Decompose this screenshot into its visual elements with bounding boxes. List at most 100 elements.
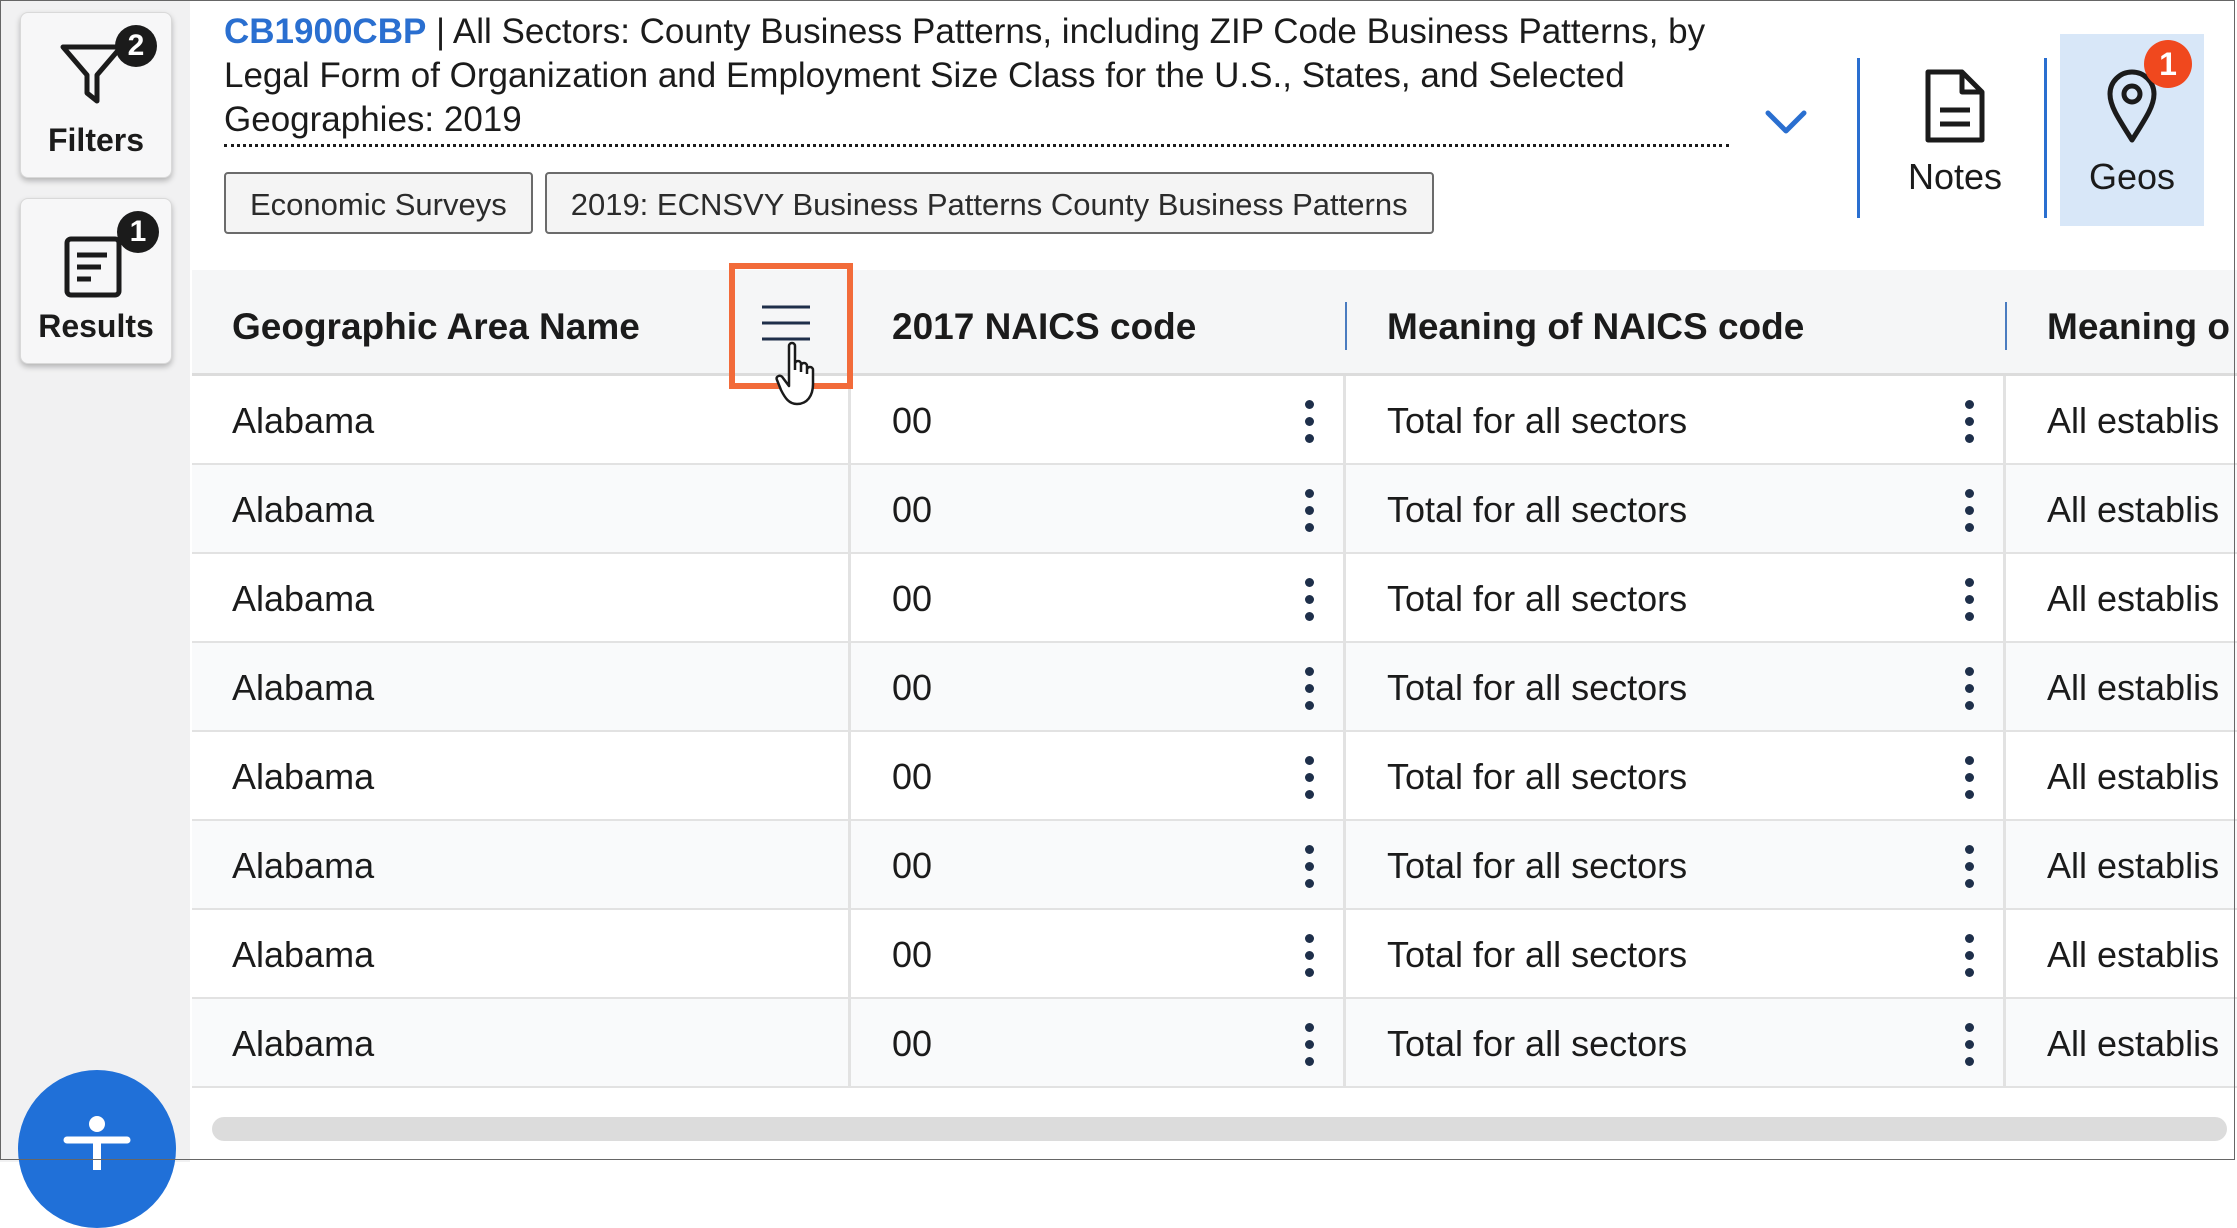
accessibility-button[interactable] bbox=[18, 1070, 176, 1228]
row-menu-icon[interactable] bbox=[1965, 934, 1975, 978]
cell-naics-meaning: Total for all sectors bbox=[1387, 400, 1688, 441]
row-menu-icon[interactable] bbox=[1305, 489, 1315, 533]
cell-naics-code: 00 bbox=[892, 400, 933, 441]
column-divider bbox=[848, 732, 851, 821]
row-menu-icon[interactable] bbox=[1305, 1023, 1315, 1067]
chevron-down-icon[interactable] bbox=[1762, 105, 1810, 141]
column-divider bbox=[2003, 554, 2006, 643]
cell-meaning-partial: All establis bbox=[2047, 667, 2220, 708]
row-menu-icon[interactable] bbox=[1965, 489, 1975, 533]
breadcrumb-survey[interactable]: 2019: ECNSVY Business Patterns County Bu… bbox=[544, 172, 1434, 234]
column-divider bbox=[1343, 821, 1346, 910]
cell-naics-meaning: Total for all sectors bbox=[1387, 667, 1688, 708]
column-resize-handle[interactable] bbox=[2005, 302, 2007, 350]
row-menu-icon[interactable] bbox=[1965, 578, 1975, 622]
geos-label: Geos bbox=[2088, 156, 2176, 197]
cell-geo-name: Alabama bbox=[232, 578, 375, 619]
dataset-title[interactable]: CB1900CBP | All Sectors: County Business… bbox=[224, 10, 1729, 147]
column-divider bbox=[848, 999, 851, 1088]
row-menu-icon[interactable] bbox=[1965, 667, 1975, 711]
column-header-naics-code[interactable]: 2017 NAICS code bbox=[892, 270, 1196, 376]
cell-meaning-partial: All establis bbox=[2047, 578, 2220, 619]
column-divider bbox=[2003, 465, 2006, 554]
cell-geo-name: Alabama bbox=[232, 1023, 375, 1064]
dataset-code[interactable]: CB1900CBP bbox=[224, 12, 426, 51]
accessibility-icon bbox=[63, 1116, 131, 1170]
column-header-meaning-partial[interactable]: Meaning o bbox=[2047, 270, 2230, 376]
row-menu-icon[interactable] bbox=[1305, 756, 1315, 800]
cell-geo-name: Alabama bbox=[232, 845, 375, 886]
filters-label: Filters bbox=[47, 122, 145, 158]
results-label: Results bbox=[38, 308, 154, 344]
column-resize-handle[interactable] bbox=[1345, 302, 1347, 350]
notes-label: Notes bbox=[1907, 156, 2003, 197]
row-menu-icon[interactable] bbox=[1965, 756, 1975, 800]
column-header-geo-name[interactable]: Geographic Area Name bbox=[232, 270, 640, 376]
column-menu-icon[interactable] bbox=[760, 303, 812, 343]
filters-badge: 2 bbox=[115, 25, 157, 67]
column-divider bbox=[1343, 554, 1346, 643]
cell-geo-name: Alabama bbox=[232, 756, 375, 797]
breadcrumb-program[interactable]: Economic Surveys bbox=[224, 172, 533, 234]
row-menu-icon[interactable] bbox=[1305, 934, 1315, 978]
cell-naics-meaning: Total for all sectors bbox=[1387, 578, 1688, 619]
column-divider bbox=[1343, 465, 1346, 554]
column-divider bbox=[1343, 643, 1346, 732]
table-header: Geographic Area Name 2017 NAICS code Mea… bbox=[192, 270, 2237, 376]
cell-naics-code: 00 bbox=[892, 934, 933, 975]
cell-naics-meaning: Total for all sectors bbox=[1387, 1023, 1688, 1064]
geos-button[interactable]: 1 Geos bbox=[2060, 34, 2204, 226]
row-menu-icon[interactable] bbox=[1305, 400, 1315, 444]
table-row: Alabama 00 Total for all sectors All est… bbox=[192, 910, 2237, 999]
cell-naics-code: 00 bbox=[892, 489, 933, 530]
row-menu-icon[interactable] bbox=[1965, 1023, 1975, 1067]
toolbar-divider bbox=[1857, 58, 1860, 218]
results-table: Geographic Area Name 2017 NAICS code Mea… bbox=[192, 270, 2237, 1094]
cell-geo-name: Alabama bbox=[232, 400, 375, 441]
cell-meaning-partial: All establis bbox=[2047, 400, 2220, 441]
column-divider bbox=[848, 465, 851, 554]
cell-meaning-partial: All establis bbox=[2047, 1023, 2220, 1064]
breadcrumb: Economic Surveys 2019: ECNSVY Business P… bbox=[224, 172, 1434, 234]
cell-naics-meaning: Total for all sectors bbox=[1387, 489, 1688, 530]
document-icon bbox=[1925, 69, 1985, 143]
row-menu-icon[interactable] bbox=[1305, 578, 1315, 622]
column-divider bbox=[2003, 376, 2006, 465]
row-menu-icon[interactable] bbox=[1965, 845, 1975, 889]
horizontal-scrollbar[interactable] bbox=[212, 1117, 2227, 1141]
table-row: Alabama 00 Total for all sectors All est… bbox=[192, 554, 2237, 643]
cell-naics-code: 00 bbox=[892, 1023, 933, 1064]
notes-button[interactable]: Notes bbox=[1880, 34, 2030, 226]
left-rail: 2 Filters 1 Results bbox=[0, 0, 190, 1228]
column-divider bbox=[2003, 910, 2006, 999]
column-divider bbox=[1343, 732, 1346, 821]
cell-geo-name: Alabama bbox=[232, 489, 375, 530]
hand-pointer-icon bbox=[775, 341, 815, 406]
results-button[interactable]: 1 Results bbox=[20, 198, 172, 364]
column-divider bbox=[1343, 376, 1346, 465]
title-separator: | bbox=[426, 12, 453, 51]
cell-geo-name: Alabama bbox=[232, 667, 375, 708]
column-divider bbox=[1343, 999, 1346, 1088]
toolbar-divider bbox=[2044, 58, 2047, 218]
table-row: Alabama 00 Total for all sectors All est… bbox=[192, 465, 2237, 554]
row-menu-icon[interactable] bbox=[1305, 845, 1315, 889]
row-menu-icon[interactable] bbox=[1305, 667, 1315, 711]
filters-button[interactable]: 2 Filters bbox=[20, 12, 172, 178]
cell-meaning-partial: All establis bbox=[2047, 489, 2220, 530]
column-divider bbox=[2003, 821, 2006, 910]
row-menu-icon[interactable] bbox=[1965, 400, 1975, 444]
column-divider bbox=[1343, 910, 1346, 999]
cell-meaning-partial: All establis bbox=[2047, 934, 2220, 975]
column-divider bbox=[848, 554, 851, 643]
column-header-naics-meaning[interactable]: Meaning of NAICS code bbox=[1387, 270, 1804, 376]
column-divider bbox=[848, 376, 851, 465]
column-divider bbox=[2003, 999, 2006, 1088]
table-row: Alabama 00 Total for all sectors All est… bbox=[192, 643, 2237, 732]
table-row: Alabama 00 Total for all sectors All est… bbox=[192, 376, 2237, 465]
results-badge: 1 bbox=[117, 211, 159, 253]
cell-naics-code: 00 bbox=[892, 667, 933, 708]
cell-geo-name: Alabama bbox=[232, 934, 375, 975]
cell-naics-code: 00 bbox=[892, 756, 933, 797]
cell-meaning-partial: All establis bbox=[2047, 845, 2220, 886]
